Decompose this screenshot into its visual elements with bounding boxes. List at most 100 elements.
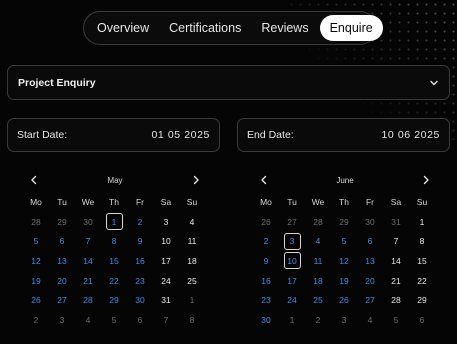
day-cell[interactable]: 29 bbox=[49, 212, 75, 232]
day-cell[interactable]: 14 bbox=[75, 251, 101, 271]
day-cell[interactable]: 4 bbox=[75, 310, 101, 330]
day-cell[interactable]: 28 bbox=[23, 212, 49, 232]
day-cell[interactable]: 18 bbox=[179, 251, 205, 271]
day-cell[interactable]: 30 bbox=[127, 290, 153, 310]
day-cell[interactable]: 17 bbox=[153, 251, 179, 271]
day-cell[interactable]: 22 bbox=[409, 271, 435, 291]
day-cell[interactable]: 4 bbox=[179, 212, 205, 232]
day-cell[interactable]: 25 bbox=[179, 271, 205, 291]
chevron-right-icon[interactable] bbox=[417, 171, 435, 189]
day-cell[interactable]: 28 bbox=[383, 290, 409, 310]
day-cell[interactable]: 23 bbox=[127, 271, 153, 291]
day-cell[interactable]: 22 bbox=[101, 271, 127, 291]
day-cell[interactable]: 26 bbox=[331, 290, 357, 310]
day-cell[interactable]: 1 bbox=[279, 310, 305, 330]
day-cell[interactable]: 30 bbox=[357, 212, 383, 232]
day-cell[interactable]: 11 bbox=[179, 231, 205, 251]
tab-overview[interactable]: Overview bbox=[87, 15, 159, 41]
day-cell[interactable]: 1 bbox=[409, 212, 435, 232]
day-cell[interactable]: 16 bbox=[253, 271, 279, 291]
day-cell[interactable]: 13 bbox=[357, 251, 383, 271]
day-cell[interactable]: 5 bbox=[331, 231, 357, 251]
day-cell[interactable]: 4 bbox=[305, 231, 331, 251]
day-cell[interactable]: 7 bbox=[383, 231, 409, 251]
tab-certifications[interactable]: Certifications bbox=[159, 15, 251, 41]
start-date-field[interactable]: Start Date: 01 05 2025 bbox=[7, 118, 220, 152]
day-cell[interactable]: 12 bbox=[331, 251, 357, 271]
chevron-left-icon[interactable] bbox=[25, 171, 43, 189]
day-cell[interactable]: 1 bbox=[179, 290, 205, 310]
day-cell[interactable]: 31 bbox=[153, 290, 179, 310]
day-cell[interactable]: 20 bbox=[357, 271, 383, 291]
day-cell[interactable]: 11 bbox=[305, 251, 331, 271]
day-cell[interactable]: 27 bbox=[49, 290, 75, 310]
day-cell[interactable]: 6 bbox=[357, 231, 383, 251]
day-cell-selected[interactable]: 3 bbox=[279, 231, 305, 251]
day-cell[interactable]: 28 bbox=[305, 212, 331, 232]
day-cell[interactable]: 6 bbox=[409, 310, 435, 330]
day-cell[interactable]: 9 bbox=[127, 231, 153, 251]
day-cell[interactable]: 12 bbox=[23, 251, 49, 271]
day-number: 29 bbox=[339, 216, 349, 227]
day-cell[interactable]: 3 bbox=[331, 310, 357, 330]
day-cell[interactable]: 4 bbox=[357, 310, 383, 330]
day-cell[interactable]: 5 bbox=[383, 310, 409, 330]
day-cell[interactable]: 16 bbox=[127, 251, 153, 271]
day-cell[interactable]: 30 bbox=[75, 212, 101, 232]
day-number: 6 bbox=[59, 236, 65, 247]
day-cell[interactable]: 7 bbox=[153, 310, 179, 330]
chevron-right-icon[interactable] bbox=[187, 171, 205, 189]
day-cell[interactable]: 3 bbox=[153, 212, 179, 232]
day-cell[interactable]: 15 bbox=[409, 251, 435, 271]
day-cell[interactable]: 21 bbox=[383, 271, 409, 291]
day-cell[interactable]: 27 bbox=[279, 212, 305, 232]
day-cell[interactable]: 8 bbox=[409, 231, 435, 251]
day-cell[interactable]: 26 bbox=[23, 290, 49, 310]
day-cell[interactable]: 14 bbox=[383, 251, 409, 271]
day-cell[interactable]: 13 bbox=[49, 251, 75, 271]
day-cell[interactable]: 28 bbox=[75, 290, 101, 310]
day-cell[interactable]: 10 bbox=[153, 231, 179, 251]
day-cell[interactable]: 27 bbox=[357, 290, 383, 310]
day-cell[interactable]: 8 bbox=[101, 231, 127, 251]
chevron-left-icon[interactable] bbox=[255, 171, 273, 189]
enquiry-type-select[interactable]: Project Enquiry bbox=[7, 65, 450, 100]
day-cell[interactable]: 2 bbox=[23, 310, 49, 330]
day-cell[interactable]: 19 bbox=[331, 271, 357, 291]
day-number: 24 bbox=[161, 275, 171, 286]
day-cell[interactable]: 17 bbox=[279, 271, 305, 291]
day-cell[interactable]: 20 bbox=[49, 271, 75, 291]
day-cell[interactable]: 3 bbox=[49, 310, 75, 330]
day-cell[interactable]: 24 bbox=[279, 290, 305, 310]
day-cell[interactable]: 2 bbox=[127, 212, 153, 232]
day-cell[interactable]: 7 bbox=[75, 231, 101, 251]
day-cell[interactable]: 2 bbox=[305, 310, 331, 330]
day-cell[interactable]: 29 bbox=[409, 290, 435, 310]
day-number: 1 bbox=[189, 295, 195, 306]
day-cell[interactable]: 15 bbox=[101, 251, 127, 271]
day-cell-selected[interactable]: 1 bbox=[101, 212, 127, 232]
day-cell-selected[interactable]: 10 bbox=[279, 251, 305, 271]
day-cell[interactable]: 19 bbox=[23, 271, 49, 291]
day-cell[interactable]: 5 bbox=[101, 310, 127, 330]
day-cell[interactable]: 24 bbox=[153, 271, 179, 291]
day-cell[interactable]: 18 bbox=[305, 271, 331, 291]
day-cell[interactable]: 23 bbox=[253, 290, 279, 310]
day-cell[interactable]: 25 bbox=[305, 290, 331, 310]
day-cell[interactable]: 8 bbox=[179, 310, 205, 330]
day-cell[interactable]: 21 bbox=[75, 271, 101, 291]
tab-enquire[interactable]: Enquire bbox=[319, 15, 383, 41]
day-cell[interactable]: 6 bbox=[127, 310, 153, 330]
day-cell[interactable]: 31 bbox=[383, 212, 409, 232]
day-cell[interactable]: 9 bbox=[253, 251, 279, 271]
day-number: 5 bbox=[111, 314, 117, 325]
tab-reviews[interactable]: Reviews bbox=[251, 15, 318, 41]
end-date-field[interactable]: End Date: 10 06 2025 bbox=[237, 118, 450, 152]
day-cell[interactable]: 5 bbox=[23, 231, 49, 251]
day-cell[interactable]: 29 bbox=[101, 290, 127, 310]
day-cell[interactable]: 29 bbox=[331, 212, 357, 232]
day-cell[interactable]: 6 bbox=[49, 231, 75, 251]
day-cell[interactable]: 2 bbox=[253, 231, 279, 251]
day-cell[interactable]: 30 bbox=[253, 310, 279, 330]
day-cell[interactable]: 26 bbox=[253, 212, 279, 232]
